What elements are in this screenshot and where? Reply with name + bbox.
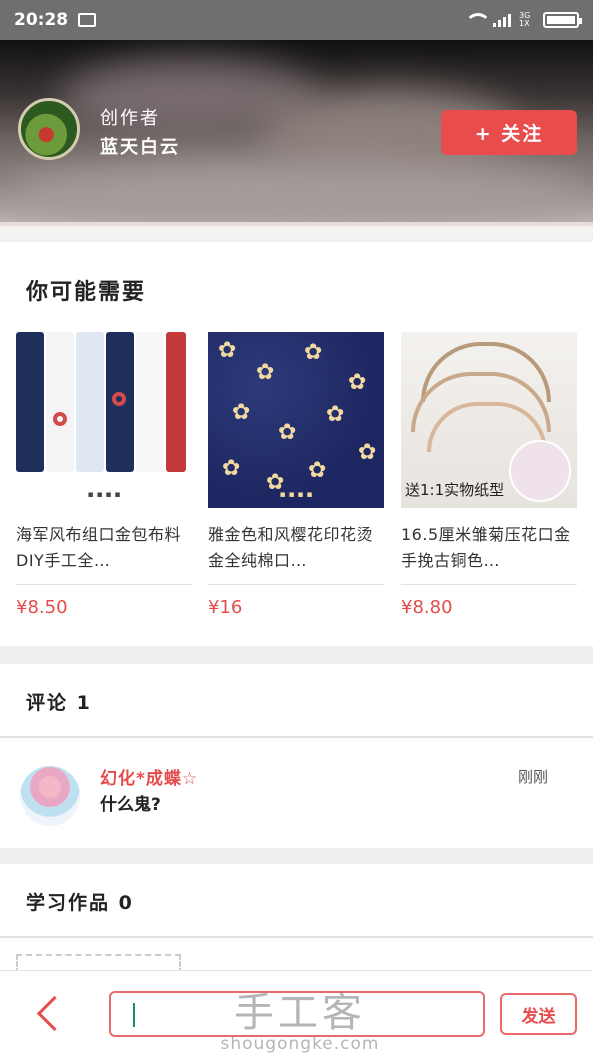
product-price: ¥16 — [208, 597, 243, 618]
product-title[interactable]: 海军风布组口金包布料DIY手工全… — [16, 522, 192, 574]
commenter-name[interactable]: 幻化*成蝶☆ — [100, 764, 198, 789]
status-right: 3G 1X — [465, 11, 582, 28]
back-icon[interactable] — [30, 991, 66, 1037]
author-name[interactable]: 蓝天白云 — [100, 133, 180, 159]
network-type: 3G 1X — [519, 11, 531, 28]
wifi-icon — [465, 13, 491, 27]
divider — [0, 936, 593, 938]
product-title[interactable]: 雅金色和风樱花印花烫金全纯棉口… — [208, 522, 384, 574]
comment-input[interactable] — [109, 991, 485, 1037]
author-header: 创作者 蓝天白云 + 关注 — [0, 40, 593, 222]
product-image[interactable]: ✿ ✿ ✿ ✿ ✿ ✿ ✿ ✿ ✿ ✿ ✿ ▪ ▪ ▪ ▪ — [208, 332, 384, 508]
comment-time: 刚刚 — [518, 768, 549, 786]
shop-watermark: ▪ ▪ ▪ ▪ — [279, 490, 313, 500]
author-role: 创作者 — [100, 108, 160, 129]
comment-bar: 发送 — [0, 970, 593, 1054]
screenshot-icon — [78, 13, 97, 27]
product-image[interactable]: ▪ ▪ ▪ ▪ — [16, 332, 192, 508]
product-badge — [509, 440, 571, 502]
follow-button[interactable]: + 关注 — [441, 110, 577, 155]
recommend-title: 你可能需要 — [26, 280, 147, 305]
comments-section: 评论 1 幻化*成蝶☆ 什么鬼? 刚刚 — [0, 664, 593, 848]
recommend-section: 你可能需要 ▪ ▪ ▪ ▪ 海军风布组口金包布料DIY手工全… ¥8.50 ✿ … — [0, 242, 593, 646]
product-image[interactable]: 送1:1实物纸型 — [401, 332, 577, 508]
product-card[interactable]: 送1:1实物纸型 16.5厘米雏菊压花口金手挽古铜色… ¥8.80 — [401, 332, 577, 618]
text-caret — [133, 1003, 135, 1027]
author-avatar[interactable] — [18, 98, 80, 160]
works-title: 学习作品 0 — [26, 892, 134, 914]
status-bar: 20:28 3G 1X — [0, 0, 593, 40]
signal-icon — [493, 13, 511, 27]
status-time: 20:28 — [14, 10, 69, 30]
battery-icon — [543, 12, 582, 28]
divider — [0, 736, 593, 738]
product-title[interactable]: 16.5厘米雏菊压花口金手挽古铜色… — [401, 522, 577, 574]
product-price: ¥8.80 — [401, 597, 453, 618]
product-price: ¥8.50 — [16, 597, 68, 618]
commenter-avatar[interactable] — [20, 766, 80, 826]
send-button[interactable]: 发送 — [500, 993, 577, 1035]
shop-watermark: ▪ ▪ ▪ ▪ — [87, 490, 121, 500]
product-card[interactable]: ✿ ✿ ✿ ✿ ✿ ✿ ✿ ✿ ✿ ✿ ✿ ▪ ▪ ▪ ▪ 雅金色和风樱花印花烫… — [208, 332, 384, 618]
divider — [401, 584, 577, 585]
comments-title: 评论 1 — [26, 692, 92, 714]
product-image-tag: 送1:1实物纸型 — [405, 481, 505, 499]
comment-text: 什么鬼? — [100, 795, 161, 815]
header-divider — [0, 222, 593, 242]
product-card[interactable]: ▪ ▪ ▪ ▪ 海军风布组口金包布料DIY手工全… ¥8.50 — [16, 332, 192, 618]
works-section: 学习作品 0 — [0, 864, 593, 974]
divider — [16, 584, 192, 585]
divider — [208, 584, 384, 585]
